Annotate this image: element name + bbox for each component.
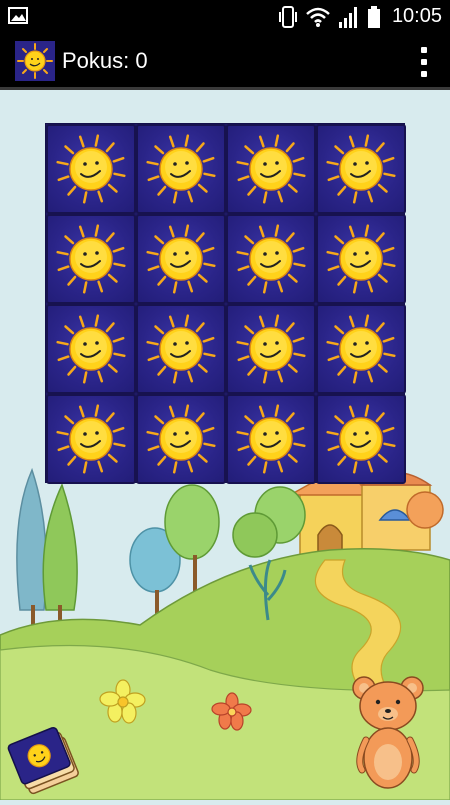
memory-card[interactable] (226, 394, 316, 484)
memory-card[interactable] (316, 304, 406, 394)
overflow-menu-icon[interactable] (420, 47, 428, 77)
memory-card[interactable] (136, 214, 226, 304)
sun-icon (236, 134, 306, 204)
memory-card[interactable] (46, 124, 136, 214)
memory-card[interactable] (46, 304, 136, 394)
sun-icon (146, 404, 216, 474)
sun-icon (236, 314, 306, 384)
sun-icon (56, 404, 126, 474)
sun-icon (56, 314, 126, 384)
memory-card[interactable] (46, 394, 136, 484)
battery-icon (367, 5, 380, 28)
memory-card[interactable] (136, 124, 226, 214)
status-bar: 10:05 (0, 0, 450, 33)
memory-card[interactable] (226, 214, 316, 304)
clock: 10:05 (391, 5, 442, 27)
sun-icon (146, 314, 216, 384)
game-board (45, 123, 406, 484)
card-stack-icon[interactable] (2, 715, 87, 800)
signal-icon (338, 6, 357, 28)
sun-icon (146, 134, 216, 204)
memory-card[interactable] (136, 394, 226, 484)
picture-icon (8, 7, 28, 24)
memory-card[interactable] (136, 304, 226, 394)
sun-icon (326, 314, 396, 384)
sun-card-icon (15, 41, 55, 81)
sun-icon (56, 224, 126, 294)
memory-card[interactable] (316, 394, 406, 484)
page-title: Pokus: 0 (62, 48, 148, 73)
sun-icon (326, 404, 396, 474)
memory-card[interactable] (316, 124, 406, 214)
sun-icon (56, 134, 126, 204)
wifi-icon (306, 7, 330, 27)
sun-icon (236, 224, 306, 294)
sun-icon (326, 224, 396, 294)
memory-card[interactable] (316, 214, 406, 304)
memory-card[interactable] (46, 214, 136, 304)
action-bar: Pokus: 0 (0, 33, 450, 90)
sun-icon (236, 404, 306, 474)
vibrate-icon (278, 5, 297, 28)
memory-card[interactable] (226, 304, 316, 394)
memory-card[interactable] (226, 124, 316, 214)
sun-icon (326, 134, 396, 204)
teddy-bear-illustration (352, 676, 424, 789)
sun-icon (146, 224, 216, 294)
